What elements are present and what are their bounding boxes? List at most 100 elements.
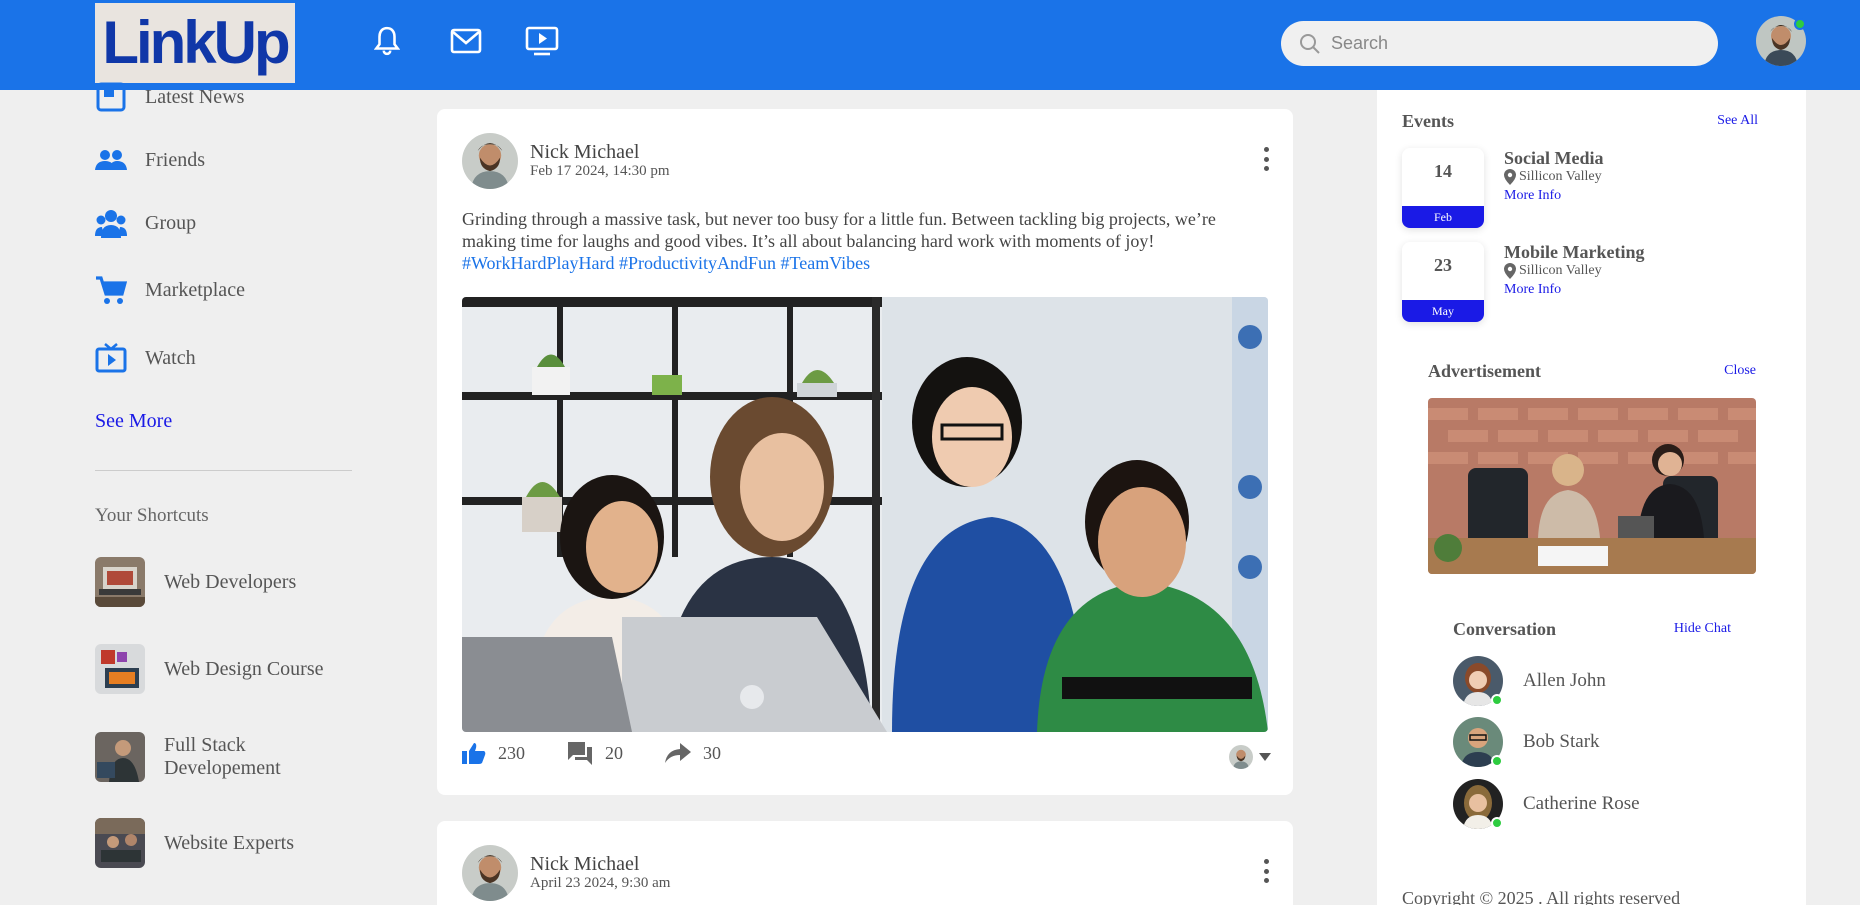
contact-item[interactable]: Catherine Rose bbox=[1453, 779, 1640, 829]
sidebar-item-label: Friends bbox=[145, 148, 205, 171]
sidebar-item-friends[interactable]: Friends bbox=[95, 144, 205, 176]
sidebar-item-label: Marketplace bbox=[145, 278, 245, 301]
news-icon bbox=[95, 81, 127, 113]
mini-avatar bbox=[1229, 745, 1253, 769]
shortcut-label: Web Developers bbox=[164, 570, 297, 593]
post-author-avatar[interactable] bbox=[462, 845, 518, 901]
shortcut-label: Full Stack Developement bbox=[164, 734, 281, 779]
comment-count: 20 bbox=[605, 742, 623, 763]
event-name: Mobile Marketing bbox=[1504, 242, 1645, 262]
post-timestamp: April 23 2024, 9:30 am bbox=[530, 875, 671, 891]
event-month: May bbox=[1402, 300, 1484, 322]
close-ad-button[interactable]: Close bbox=[1724, 363, 1756, 379]
event-date: 14 Feb bbox=[1402, 148, 1484, 228]
contact-name: Bob Stark bbox=[1523, 731, 1600, 752]
post-author-avatar[interactable] bbox=[462, 133, 518, 189]
contact-item[interactable]: Bob Stark bbox=[1453, 717, 1600, 767]
like-button[interactable]: 230 bbox=[462, 742, 525, 764]
shortcuts-title: Your Shortcuts bbox=[95, 505, 209, 526]
online-indicator bbox=[1491, 817, 1503, 829]
search-input[interactable] bbox=[1331, 33, 1711, 54]
right-sidebar: Events See All 14 Feb Social Media Silli… bbox=[1377, 90, 1806, 905]
comment-button[interactable]: 20 bbox=[567, 741, 623, 765]
contact-avatar bbox=[1453, 779, 1503, 829]
conversation-title: Conversation bbox=[1453, 619, 1556, 639]
online-indicator bbox=[1491, 694, 1503, 706]
event-location-text: Sillicon Valley bbox=[1519, 169, 1602, 184]
sidebar-item-label: Group bbox=[145, 211, 197, 234]
event-location: Sillicon Valley bbox=[1504, 262, 1644, 280]
event-name: Social Media bbox=[1504, 148, 1604, 168]
event-day: 14 bbox=[1434, 161, 1452, 181]
post-options-icon[interactable] bbox=[1261, 859, 1271, 883]
contact-avatar bbox=[1453, 717, 1503, 767]
more-info-link[interactable]: More Info bbox=[1504, 186, 1604, 206]
video-icon[interactable] bbox=[522, 22, 562, 60]
share-count: 30 bbox=[703, 742, 721, 763]
event-day: 23 bbox=[1434, 255, 1452, 275]
profile-avatar[interactable] bbox=[1756, 16, 1806, 66]
location-pin-icon bbox=[1504, 263, 1516, 279]
contact-item[interactable]: Allen John bbox=[1453, 656, 1606, 706]
more-info-link[interactable]: More Info bbox=[1504, 280, 1644, 300]
post-card: Nick Michael Feb 17 2024, 14:30 pm Grind… bbox=[437, 109, 1293, 795]
shortcut-thumbnail bbox=[95, 818, 145, 868]
sidebar-item-label: Watch bbox=[145, 346, 196, 369]
tv-icon bbox=[95, 342, 127, 374]
event-item[interactable]: 23 May Mobile Marketing Sillicon Valley … bbox=[1402, 242, 1644, 322]
online-indicator bbox=[1491, 755, 1503, 767]
top-navbar: LinkUp bbox=[0, 0, 1860, 90]
search-icon bbox=[1300, 33, 1320, 54]
friends-icon bbox=[95, 144, 127, 176]
shortcut-web-developers[interactable]: Web Developers bbox=[95, 557, 339, 607]
shortcut-thumbnail bbox=[95, 557, 145, 607]
post-options-icon[interactable] bbox=[1261, 147, 1271, 171]
bell-icon[interactable] bbox=[367, 22, 407, 60]
event-location: Sillicon Valley bbox=[1504, 168, 1604, 186]
contact-name: Catherine Rose bbox=[1523, 793, 1640, 814]
sidebar-item-marketplace[interactable]: Marketplace bbox=[95, 274, 245, 306]
sidebar-item-group[interactable]: Group bbox=[95, 207, 196, 239]
reaction-menu[interactable] bbox=[1229, 745, 1271, 769]
advertisement-title: Advertisement bbox=[1428, 361, 1541, 381]
online-indicator bbox=[1794, 18, 1806, 30]
shortcut-label: Web Design Course bbox=[164, 657, 324, 680]
events-title: Events bbox=[1402, 111, 1455, 131]
comment-icon bbox=[568, 742, 592, 765]
mail-icon[interactable] bbox=[446, 22, 486, 60]
shortcut-thumbnail bbox=[95, 644, 145, 694]
thumbs-up-icon bbox=[462, 743, 486, 764]
share-icon bbox=[665, 743, 691, 763]
logo-text: LinkUp bbox=[102, 9, 290, 76]
contact-avatar bbox=[1453, 656, 1503, 706]
search-bar[interactable] bbox=[1281, 21, 1718, 66]
logo[interactable]: LinkUp bbox=[95, 3, 295, 83]
shortcut-full-stack[interactable]: Full Stack Developement bbox=[95, 732, 339, 782]
caret-down-icon bbox=[1259, 753, 1271, 761]
post-actions: 230 20 30 bbox=[462, 741, 763, 765]
advertisement-image[interactable] bbox=[1428, 398, 1756, 574]
contact-name: Allen John bbox=[1523, 670, 1606, 691]
post-author-name[interactable]: Nick Michael bbox=[530, 853, 639, 876]
event-date: 23 May bbox=[1402, 242, 1484, 322]
sidebar-item-label: Latest News bbox=[145, 85, 245, 108]
sidebar-item-latest-news[interactable]: Latest News bbox=[95, 81, 244, 113]
group-icon bbox=[95, 207, 127, 239]
shortcut-label: Website Experts bbox=[164, 831, 295, 854]
share-button[interactable]: 30 bbox=[665, 743, 721, 764]
see-more-link[interactable]: See More bbox=[95, 410, 172, 433]
shortcut-web-design-course[interactable]: Web Design Course bbox=[95, 644, 339, 694]
post-image[interactable] bbox=[462, 297, 1268, 732]
shortcut-thumbnail bbox=[95, 732, 145, 782]
shortcut-website-experts[interactable]: Website Experts bbox=[95, 818, 339, 868]
cart-icon bbox=[95, 274, 127, 306]
sidebar-item-watch[interactable]: Watch bbox=[95, 342, 196, 374]
hide-chat-button[interactable]: Hide Chat bbox=[1674, 621, 1731, 637]
post-author-name[interactable]: Nick Michael bbox=[530, 141, 639, 164]
post-hashtags[interactable]: #WorkHardPlayHard #ProductivityAndFun #T… bbox=[462, 253, 870, 273]
see-all-link[interactable]: See All bbox=[1717, 113, 1758, 129]
event-item[interactable]: 14 Feb Social Media Sillicon Valley More… bbox=[1402, 148, 1604, 228]
post-text: Grinding through a massive task, but nev… bbox=[462, 208, 1272, 274]
post-body: Grinding through a massive task, but nev… bbox=[462, 209, 1216, 251]
location-pin-icon bbox=[1504, 169, 1516, 185]
